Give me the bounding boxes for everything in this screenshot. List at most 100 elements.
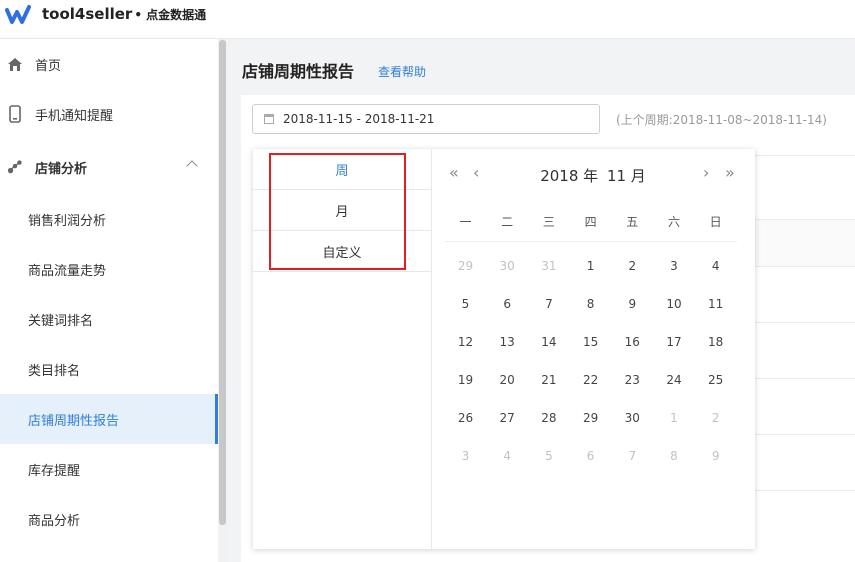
calendar-day[interactable]: 13	[487, 329, 528, 355]
calendar-day-other-month[interactable]: 3	[445, 443, 486, 469]
weekday-label: 三	[542, 215, 555, 229]
background-divider	[755, 378, 855, 379]
calendar-day[interactable]: 16	[612, 329, 653, 355]
weekday-label: 六	[667, 215, 680, 229]
calendar-day[interactable]: 23	[612, 367, 653, 393]
calendar-day-other-month[interactable]: 5	[528, 443, 569, 469]
shortcut-option[interactable]: 月	[253, 190, 431, 231]
previous-period-text: (上个周期:2018-11-08~2018-11-14)	[616, 113, 827, 127]
sidebar-item-label: 手机通知提醒	[35, 108, 114, 124]
sidebar-scrollbar-thumb[interactable]	[219, 40, 226, 525]
background-divider	[755, 434, 855, 435]
shortcut-option[interactable]: 周	[253, 149, 431, 190]
calendar-day[interactable]: 21	[528, 367, 569, 393]
calendar-day[interactable]: 12	[445, 329, 486, 355]
shortcut-panel: 周月自定义	[253, 149, 432, 549]
calendar-day-other-month[interactable]: 30	[487, 253, 528, 279]
calendar-day-other-month[interactable]: 29	[445, 253, 486, 279]
sidebar-subitem-label: 库存提醒	[28, 463, 81, 479]
date-range-input[interactable]: 2018-11-15 - 2018-11-21	[252, 104, 600, 134]
w-logo-icon[interactable]	[5, 4, 31, 26]
calendar-day[interactable]: 4	[695, 253, 736, 279]
calendar-day[interactable]: 18	[695, 329, 736, 355]
background-divider	[755, 322, 855, 323]
sidebar-item-shop-analysis[interactable]: 店铺分析	[0, 142, 218, 192]
help-link[interactable]: 查看帮助	[378, 63, 426, 80]
date-picker-popup: 周月自定义 « ‹ 2018 年 11 月 › » 一二三四五六日 29 30 31…	[253, 149, 755, 549]
calendar-day-other-month[interactable]: 2	[695, 405, 736, 431]
sidebar-subitem-label: 商品分析	[28, 513, 81, 529]
sidebar-subitem-label: 商品流量走势	[28, 263, 107, 279]
calendar-day[interactable]: 9	[612, 291, 653, 317]
sidebar-subitem-label: 类目排名	[28, 363, 81, 379]
weekday-label: 四	[584, 215, 597, 229]
home-icon	[7, 56, 23, 72]
sidebar-item-home[interactable]: 首页	[0, 39, 218, 89]
background-divider	[755, 155, 855, 156]
top-bar: tool4seller • 点金数据通	[0, 0, 855, 39]
calendar-month[interactable]: 11 月	[607, 167, 646, 185]
sidebar-subitem[interactable]: 关键词排名	[0, 294, 218, 344]
date-range-value: 2018-11-15 - 2018-11-21	[283, 112, 435, 126]
calendar-day[interactable]: 7	[528, 291, 569, 317]
weekday-label: 一	[459, 215, 472, 229]
calendar-day[interactable]: 10	[654, 291, 695, 317]
shortcut-option[interactable]: 自定义	[253, 231, 431, 272]
calendar-day[interactable]: 5	[445, 291, 486, 317]
calendar-day[interactable]: 25	[695, 367, 736, 393]
calendar-day[interactable]: 19	[445, 367, 486, 393]
calendar-day[interactable]: 22	[570, 367, 611, 393]
sidebar-subitem[interactable]: 库存提醒	[0, 444, 218, 494]
calendar-day[interactable]: 26	[445, 405, 486, 431]
next-month-button[interactable]: ›	[703, 163, 709, 182]
calendar-day[interactable]: 20	[487, 367, 528, 393]
sidebar-subitem[interactable]: 类目排名	[0, 344, 218, 394]
calendar-day[interactable]: 27	[487, 405, 528, 431]
calendar-day[interactable]: 15	[570, 329, 611, 355]
sidebar-subitem-label: 关键词排名	[28, 313, 94, 329]
brand-title: tool4seller	[42, 5, 133, 23]
calendar-day[interactable]: 6	[487, 291, 528, 317]
calendar-panel: « ‹ 2018 年 11 月 › » 一二三四五六日 29 30 31 1 2 3 4 5 6…	[431, 149, 755, 549]
sidebar-subitem[interactable]: 商品流量走势	[0, 244, 218, 294]
sidebar-subitem-label: 店铺周期性报告	[28, 413, 120, 429]
weekday-label: 日	[709, 215, 722, 229]
sidebar: 首页 手机通知提醒 店铺分析 销售利润分析商品流量走势 关键词排名类目排名店铺周期…	[0, 39, 218, 562]
chevron-up-icon[interactable]	[186, 160, 198, 172]
calendar-day-other-month[interactable]: 7	[612, 443, 653, 469]
weekday-header: 一二三四五六日	[445, 213, 737, 242]
calendar-day-other-month[interactable]: 9	[695, 443, 736, 469]
calendar-day-other-month[interactable]: 1	[654, 405, 695, 431]
sidebar-subitem[interactable]: 销售利润分析	[0, 194, 218, 244]
sidebar-item-notify[interactable]: 手机通知提醒	[0, 89, 218, 139]
calendar-day[interactable]: 28	[528, 405, 569, 431]
calendar-day[interactable]: 3	[654, 253, 695, 279]
calendar-day[interactable]: 1	[570, 253, 611, 279]
sidebar-item-label: 店铺分析	[35, 161, 88, 177]
sidebar-item-label: 首页	[35, 58, 62, 74]
weekday-label: 二	[501, 215, 514, 229]
calendar-day[interactable]: 30	[612, 405, 653, 431]
background-table-header	[755, 219, 855, 267]
calendar-day[interactable]: 8	[570, 291, 611, 317]
background-divider	[755, 490, 855, 491]
calendar-day-other-month[interactable]: 8	[654, 443, 695, 469]
calendar-day-other-month[interactable]: 6	[570, 443, 611, 469]
calendar-year[interactable]: 2018 年	[540, 167, 598, 185]
calendar-day[interactable]: 2	[612, 253, 653, 279]
sidebar-subitem[interactable]: 商品分析	[0, 494, 218, 544]
calendar-header: « ‹ 2018 年 11 月 › »	[431, 149, 755, 201]
calendar-day[interactable]: 11	[695, 291, 736, 317]
calendar-icon	[264, 114, 274, 124]
calendar-day-other-month[interactable]: 31	[528, 253, 569, 279]
calendar-day-other-month[interactable]: 4	[487, 443, 528, 469]
weekday-label: 五	[626, 215, 639, 229]
calendar-day[interactable]: 24	[654, 367, 695, 393]
sidebar-subitem[interactable]: 店铺周期性报告	[0, 394, 218, 444]
calendar-day[interactable]: 29	[570, 405, 611, 431]
calendar-day[interactable]: 14	[528, 329, 569, 355]
calendar-day[interactable]: 17	[654, 329, 695, 355]
brand-name[interactable]: tool4seller • 点金数据通	[42, 5, 206, 23]
brand-subtitle: • 点金数据通	[134, 8, 207, 22]
next-year-button[interactable]: »	[725, 163, 735, 182]
